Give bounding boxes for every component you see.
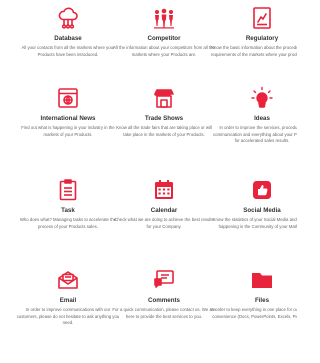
trade-show-stand-icon (152, 86, 176, 110)
news-browser-icon (56, 86, 80, 110)
calendar-icon (152, 178, 176, 202)
tile-description: Check what we are doing to achieve the b… (114, 217, 214, 229)
tile-description: Know the basic information about the pro… (210, 45, 297, 57)
tile-description: In order to keep everything in one place… (210, 307, 297, 319)
tile-social-media[interactable]: Social Media Know the statistics of your… (206, 178, 297, 230)
lightbulb-icon (250, 86, 274, 110)
regulatory-document-icon (250, 6, 274, 30)
folder-icon (250, 268, 274, 292)
cloud-network-icon (56, 6, 80, 30)
thumbs-up-icon (250, 178, 274, 202)
tile-description: For a quick communication, please contac… (112, 307, 216, 319)
tile-title: Competitor (147, 35, 181, 42)
tile-trade-shows[interactable]: Trade Shows Know all the trade fairs tha… (108, 86, 220, 138)
tile-title: Social Media (243, 207, 281, 214)
tile-title: Comments (148, 297, 180, 304)
comments-screen-icon (152, 268, 176, 292)
task-clipboard-icon (56, 178, 80, 202)
tile-comments[interactable]: Comments For a quick communication, plea… (108, 268, 220, 320)
tile-competitor[interactable]: Competitor All the information about you… (108, 6, 220, 58)
email-envelope-icon (56, 268, 80, 292)
tile-title: Regulatory (245, 35, 279, 42)
tile-description: Know the statistics of your Social Media… (212, 217, 297, 229)
tile-title: Trade Shows (144, 115, 184, 122)
tile-title: Ideas (254, 115, 270, 122)
tile-description: In order to improve the services, proced… (213, 125, 297, 143)
tile-calendar[interactable]: Calendar Check what we are doing to achi… (108, 178, 220, 230)
tile-title: Files (254, 297, 270, 304)
tile-regulatory[interactable]: Regulatory Know the basic information ab… (206, 6, 297, 58)
feature-grid-page: Database All your contacts from all the … (0, 0, 297, 363)
tile-description: All the information about your competito… (113, 45, 215, 57)
tile-title: Calendar (150, 207, 178, 214)
tile-ideas[interactable]: Ideas In order to improve the services, … (206, 86, 297, 145)
competitor-people-icon (152, 6, 176, 30)
tile-files[interactable]: Files In order to keep everything in one… (206, 268, 297, 320)
tile-description: Know all the trade fairs that are taking… (116, 125, 212, 137)
